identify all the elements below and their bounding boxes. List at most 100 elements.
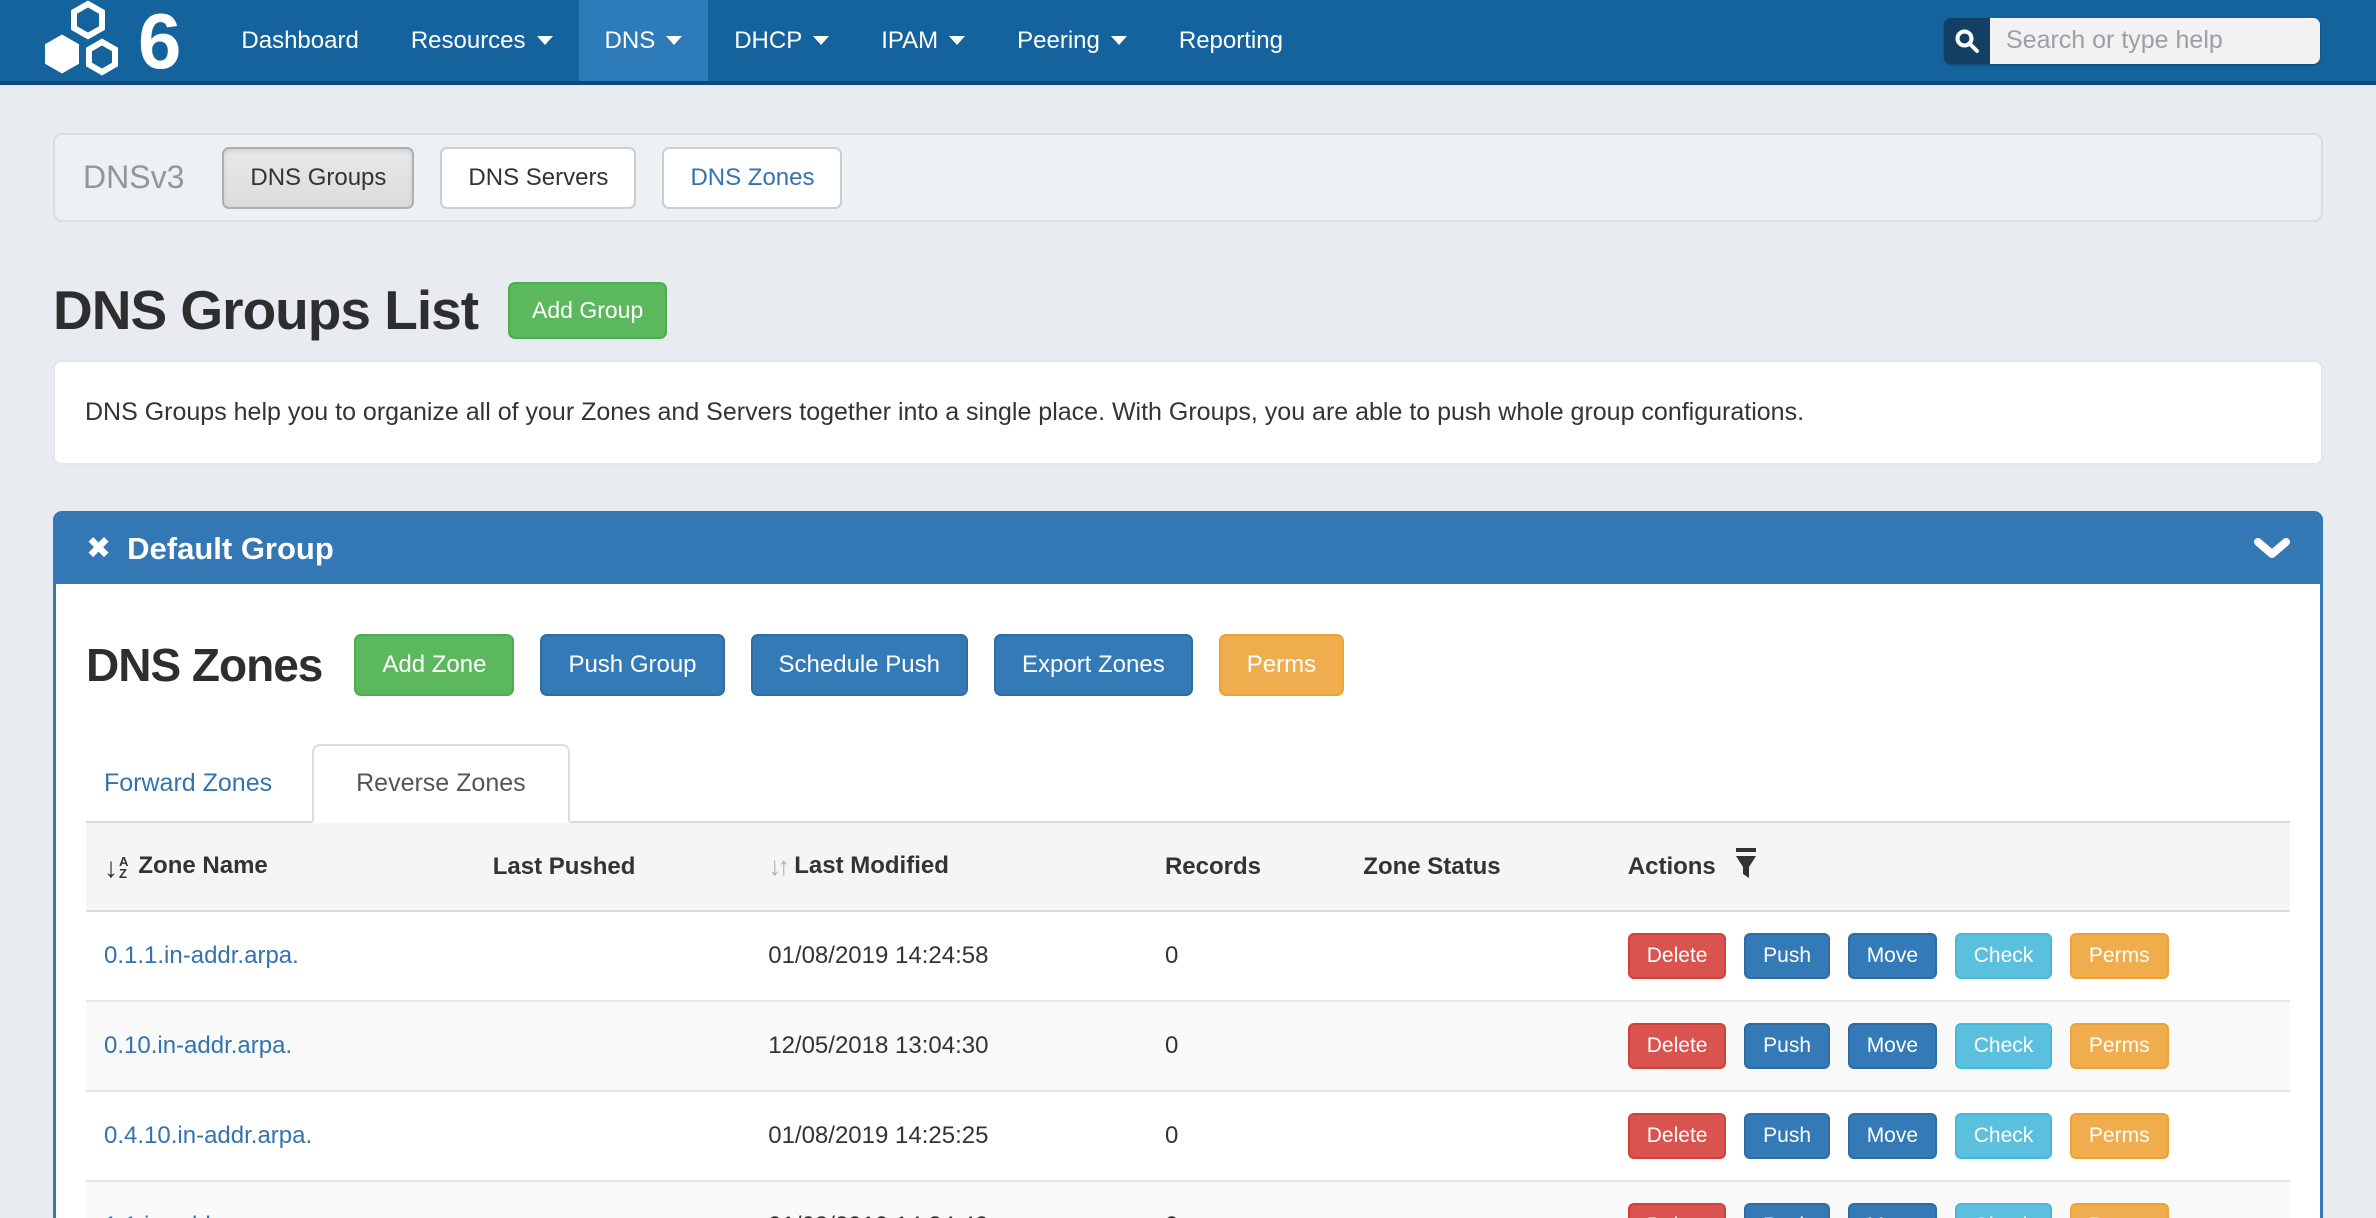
brand-number: 6	[138, 6, 179, 76]
panel-header: ✖ Default Group	[56, 514, 2320, 584]
delete-button[interactable]: Delete	[1628, 1203, 1727, 1218]
page-header: DNS Groups List Add Group	[53, 278, 2323, 342]
column-header-zone-status: Zone Status	[1353, 823, 1617, 911]
caret-down-icon	[949, 36, 965, 45]
schedule-push-button[interactable]: Schedule Push	[751, 634, 968, 696]
move-button[interactable]: Move	[1848, 1203, 1937, 1218]
filter-icon[interactable]	[1728, 857, 1759, 884]
caret-down-icon	[813, 36, 829, 45]
caret-down-icon	[1111, 36, 1127, 45]
search-icon[interactable]	[1944, 18, 1990, 64]
nav-label: Resources	[411, 27, 526, 55]
caret-down-icon	[537, 36, 553, 45]
perms-button[interactable]: Perms	[2070, 1113, 2169, 1159]
column-header-actions: Actions	[1618, 823, 2290, 911]
perms-button[interactable]: Perms	[2070, 933, 2169, 979]
zone-link[interactable]: 1.1.in-addr.arpa.	[104, 1212, 279, 1218]
chevron-down-icon[interactable]	[2254, 538, 2290, 560]
dns-zones-header: DNS Zones Add Zone Push Group Schedule P…	[86, 634, 2290, 696]
main-menu: Dashboard Resources DNS DHCP IPAM Peerin…	[215, 0, 1309, 81]
push-button[interactable]: Push	[1744, 1203, 1830, 1218]
zone-status-cell	[1353, 1091, 1617, 1181]
move-button[interactable]: Move	[1848, 1023, 1937, 1069]
zone-status-cell	[1353, 1001, 1617, 1091]
export-zones-button[interactable]: Export Zones	[994, 634, 1193, 696]
last-modified-cell: 12/05/2018 13:04:30	[758, 1001, 1155, 1091]
last-pushed-cell	[483, 911, 759, 1001]
sort-icon: ↓↑	[768, 851, 786, 881]
check-button[interactable]: Check	[1955, 1203, 2053, 1218]
delete-button[interactable]: Delete	[1628, 1023, 1727, 1069]
close-icon[interactable]: ✖	[86, 534, 111, 564]
zone-status-cell	[1353, 1181, 1617, 1218]
delete-button[interactable]: Delete	[1628, 933, 1727, 979]
panel-title: Default Group	[127, 531, 334, 567]
perms-button[interactable]: Perms	[2070, 1023, 2169, 1069]
move-button[interactable]: Move	[1848, 1113, 1937, 1159]
check-button[interactable]: Check	[1955, 1023, 2053, 1069]
column-label: Actions	[1628, 853, 1716, 880]
table-row: 0.10.in-addr.arpa. 12/05/2018 13:04:30 0…	[86, 1001, 2290, 1091]
dnsv3-toolbar: DNSv3 DNS Groups DNS Servers DNS Zones	[53, 133, 2323, 222]
zone-link[interactable]: 0.1.1.in-addr.arpa.	[104, 942, 299, 969]
actions-cell: Delete Push Move Check Perms	[1618, 1001, 2290, 1091]
last-modified-cell: 01/08/2019 14:24:58	[758, 911, 1155, 1001]
records-cell: 0	[1155, 911, 1353, 1001]
nav-item-ipam[interactable]: IPAM	[855, 0, 991, 81]
nav-item-reporting[interactable]: Reporting	[1153, 0, 1309, 81]
nav-label: Dashboard	[241, 27, 358, 55]
reverse-zones-table: ↓ AZ Zone Name Last Pushed ↓↑ Last Modifi…	[86, 823, 2290, 1218]
description-text: DNS Groups help you to organize all of y…	[85, 398, 1804, 426]
check-button[interactable]: Check	[1955, 1113, 2053, 1159]
table-header-row: ↓ AZ Zone Name Last Pushed ↓↑ Last Modifi…	[86, 823, 2290, 911]
nav-item-resources[interactable]: Resources	[385, 0, 579, 81]
zones-tabs: Forward Zones Reverse Zones	[86, 744, 2290, 823]
nav-item-dns[interactable]: DNS	[579, 0, 709, 81]
zone-status-cell	[1353, 911, 1617, 1001]
records-cell: 0	[1155, 1001, 1353, 1091]
dns-servers-button[interactable]: DNS Servers	[440, 147, 636, 209]
description-box: DNS Groups help you to organize all of y…	[53, 360, 2323, 465]
actions-cell: Delete Push Move Check Perms	[1618, 911, 2290, 1001]
push-button[interactable]: Push	[1744, 1113, 1830, 1159]
column-header-last-modified[interactable]: ↓↑ Last Modified	[758, 823, 1155, 911]
nav-item-dashboard[interactable]: Dashboard	[215, 0, 384, 81]
push-button[interactable]: Push	[1744, 1023, 1830, 1069]
push-button[interactable]: Push	[1744, 933, 1830, 979]
column-label: Records	[1165, 853, 1261, 880]
zone-link[interactable]: 0.4.10.in-addr.arpa.	[104, 1122, 312, 1149]
navbar-search-area	[1944, 0, 2376, 81]
column-header-zone-name[interactable]: ↓ AZ Zone Name	[86, 823, 483, 911]
check-button[interactable]: Check	[1955, 933, 2053, 979]
column-label: Last Pushed	[493, 853, 636, 880]
actions-cell: Delete Push Move Check Perms	[1618, 1181, 2290, 1218]
tab-reverse-zones[interactable]: Reverse Zones	[312, 744, 570, 823]
last-pushed-cell	[483, 1181, 759, 1218]
table-row: 0.1.1.in-addr.arpa. 01/08/2019 14:24:58 …	[86, 911, 2290, 1001]
nav-item-peering[interactable]: Peering	[991, 0, 1153, 81]
column-label: Last Modified	[794, 852, 949, 879]
table-row: 1.1.in-addr.arpa. 01/08/2019 14:24:49 0 …	[86, 1181, 2290, 1218]
delete-button[interactable]: Delete	[1628, 1113, 1727, 1159]
nav-label: Reporting	[1179, 27, 1283, 55]
global-search-input[interactable]	[1990, 18, 2320, 64]
perms-button[interactable]: Perms	[2070, 1203, 2169, 1218]
move-button[interactable]: Move	[1848, 933, 1937, 979]
top-navbar: 6 Dashboard Resources DNS DHCP IPAM Peer…	[0, 0, 2376, 85]
nav-label: DHCP	[734, 27, 802, 55]
group-perms-button[interactable]: Perms	[1219, 634, 1344, 696]
nav-item-dhcp[interactable]: DHCP	[708, 0, 855, 81]
add-zone-button[interactable]: Add Zone	[354, 634, 514, 696]
add-group-button[interactable]: Add Group	[508, 282, 667, 339]
dns-groups-button[interactable]: DNS Groups	[222, 147, 414, 209]
page-content: DNSv3 DNS Groups DNS Servers DNS Zones D…	[0, 133, 2376, 1218]
tab-forward-zones[interactable]: Forward Zones	[86, 746, 312, 821]
dns-zones-button[interactable]: DNS Zones	[662, 147, 842, 209]
push-group-button[interactable]: Push Group	[540, 634, 724, 696]
last-modified-cell: 01/08/2019 14:24:49	[758, 1181, 1155, 1218]
zone-link[interactable]: 0.10.in-addr.arpa.	[104, 1032, 292, 1059]
brand-logo[interactable]: 6	[42, 0, 179, 81]
sort-alpha-desc-icon: ↓ AZ	[104, 854, 128, 882]
nav-label: IPAM	[881, 27, 938, 55]
toolbar-label: DNSv3	[83, 159, 184, 196]
